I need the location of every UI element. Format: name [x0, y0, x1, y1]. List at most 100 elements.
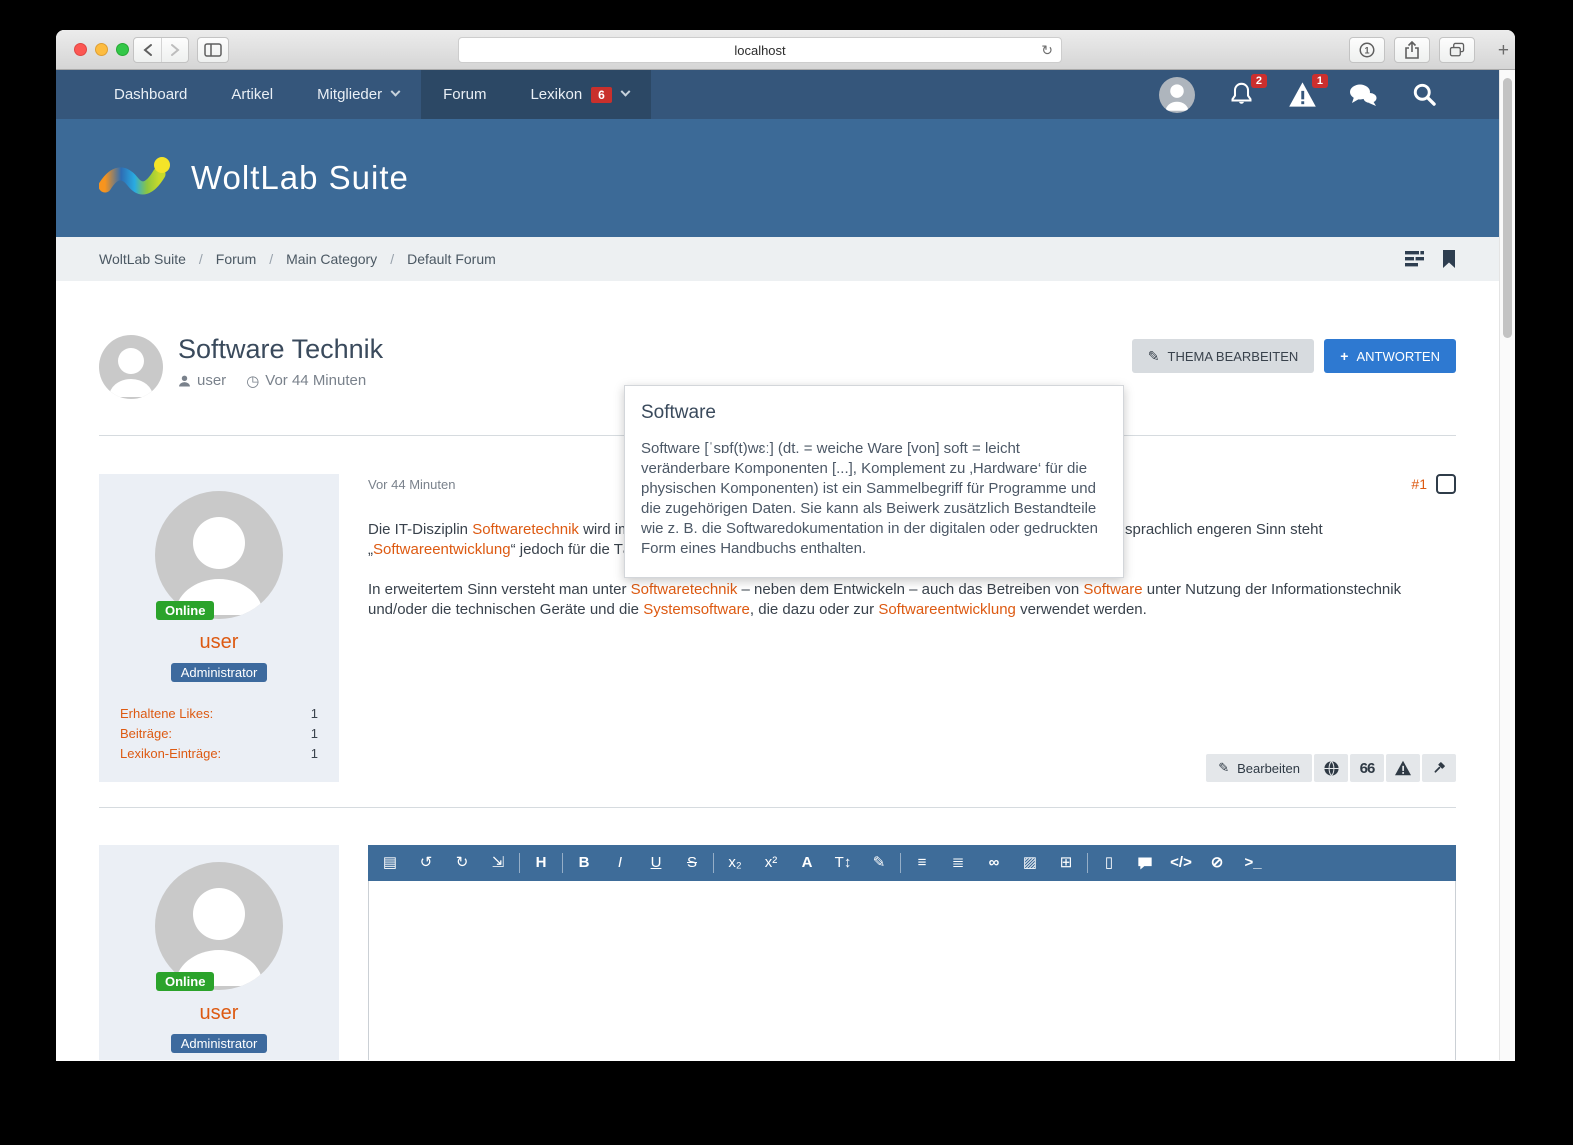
bold-icon[interactable]: B	[566, 845, 602, 881]
reload-icon[interactable]: ↻	[1041, 42, 1053, 59]
undo-icon[interactable]: ↺	[408, 845, 444, 881]
share-button[interactable]	[1394, 37, 1430, 63]
breadcrumb-link[interactable]: Main Category	[286, 251, 377, 267]
report-button[interactable]	[1386, 754, 1420, 782]
thread-list-icon[interactable]	[1405, 251, 1424, 267]
nav-item-dashboard[interactable]: Dashboard	[92, 70, 209, 119]
table-icon[interactable]: ⊞	[1048, 845, 1084, 881]
strikethrough-icon[interactable]: S	[674, 845, 710, 881]
close-window-button[interactable]	[74, 43, 87, 56]
zoom-window-button[interactable]	[116, 43, 129, 56]
scrollbar-thumb[interactable]	[1503, 78, 1512, 338]
font-size-icon[interactable]: T↕	[825, 845, 861, 881]
spoiler-icon[interactable]: ⊘	[1199, 845, 1235, 881]
author-stats: Erhaltene Likes: 1 Beiträge: 1 Lexikon-E…	[99, 704, 339, 764]
post-number-link[interactable]: #1	[1411, 476, 1427, 492]
toolbar-separator	[900, 853, 901, 873]
breadcrumb-link[interactable]: WoltLab Suite	[99, 251, 186, 267]
alignment-icon[interactable]: ≣	[940, 845, 976, 881]
lexicon-tooltip: Software Software [ˈsɒf(t)wɛː] (dt. = we…	[624, 385, 1124, 578]
thread-author-avatar[interactable]	[99, 335, 163, 399]
breadcrumb-link[interactable]: Default Forum	[407, 251, 496, 267]
clock-icon: ◷	[246, 372, 259, 390]
sidebar-toggle-button[interactable]	[197, 37, 229, 63]
new-tab-button[interactable]: +	[1498, 40, 1509, 62]
breadcrumb-separator: /	[199, 251, 203, 267]
moderation-button[interactable]: 1	[1287, 80, 1317, 110]
composer-author-avatar[interactable]	[155, 862, 283, 990]
permalink-button[interactable]	[1314, 754, 1348, 782]
search-icon	[1411, 81, 1438, 108]
comment-icon[interactable]	[1127, 845, 1163, 881]
woltlab-logo[interactable]	[99, 150, 175, 206]
edit-post-button[interactable]: ✎ Bearbeiten	[1206, 754, 1312, 782]
brand-title[interactable]: WoltLab Suite	[191, 159, 409, 197]
scrollbar-track[interactable]	[1499, 70, 1515, 1060]
page-icon[interactable]: ▯	[1091, 845, 1127, 881]
lexicon-link[interactable]: Software	[1083, 581, 1142, 598]
conversations-button[interactable]	[1348, 80, 1378, 110]
moderation-button-post[interactable]	[1422, 754, 1456, 782]
underline-icon[interactable]: U	[638, 845, 674, 881]
user-silhouette-icon	[99, 335, 163, 399]
subscript-icon[interactable]: x₂	[717, 845, 753, 881]
editor-text-area[interactable]	[368, 881, 1456, 1060]
unordered-list-icon[interactable]: ≡	[904, 845, 940, 881]
lexicon-link[interactable]: Softwareentwicklung	[878, 601, 1016, 618]
online-status-badge: Online	[156, 601, 214, 620]
redo-icon[interactable]: ↻	[444, 845, 480, 881]
lexicon-link[interactable]: Softwaretechnik	[472, 521, 579, 538]
back-button[interactable]	[134, 38, 161, 62]
password-manager-button[interactable]: 1	[1349, 37, 1385, 63]
paragraph-fragment: sprachlich engeren Sinn steht	[1125, 520, 1323, 540]
code-icon[interactable]: </>	[1163, 845, 1199, 881]
image-icon[interactable]: ▨	[1012, 845, 1048, 881]
superscript-icon[interactable]: x²	[753, 845, 789, 881]
post-select-checkbox[interactable]	[1436, 474, 1456, 494]
minimize-window-button[interactable]	[95, 43, 108, 56]
source-code-icon[interactable]: ▤	[372, 845, 408, 881]
search-button[interactable]	[1409, 80, 1439, 110]
font-color-icon[interactable]: A	[789, 845, 825, 881]
thread-author[interactable]: user	[178, 372, 226, 389]
divider	[99, 807, 1456, 808]
nav-item-mitglieder[interactable]: Mitglieder	[295, 70, 421, 119]
site-header: WoltLab Suite	[56, 119, 1499, 237]
link-icon[interactable]: ∞	[976, 845, 1012, 881]
composer-author-sidebar: Online user Administrator	[99, 845, 339, 1060]
lexicon-link[interactable]: Systemsoftware	[643, 601, 750, 618]
forward-button[interactable]	[161, 38, 188, 62]
post-action-bar: ✎ Bearbeiten 66	[1206, 754, 1456, 782]
lexicon-link[interactable]: Softwaretechnik	[631, 581, 738, 598]
online-status-badge: Online	[156, 972, 214, 991]
notifications-button[interactable]: 2	[1226, 80, 1256, 110]
reply-button[interactable]: + ANTWORTEN	[1324, 339, 1456, 373]
quote-button[interactable]: 66	[1350, 754, 1384, 782]
nav-item-artikel[interactable]: Artikel	[209, 70, 295, 119]
post-author-name[interactable]: user	[99, 631, 339, 654]
lexicon-link[interactable]: Softwareentwicklung	[373, 541, 511, 558]
nav-item-forum[interactable]: Forum	[421, 70, 508, 119]
edit-thread-button[interactable]: ✎ THEMA BEARBEITEN	[1132, 339, 1314, 373]
tabs-overview-button[interactable]	[1439, 37, 1475, 63]
role-badge: Administrator	[171, 1034, 268, 1053]
maximize-icon[interactable]: ⇲	[480, 845, 516, 881]
italic-icon[interactable]: I	[602, 845, 638, 881]
brush-icon[interactable]: ✎	[861, 845, 897, 881]
bookmark-icon[interactable]	[1442, 250, 1456, 268]
nav-item-label: Mitglieder	[317, 86, 382, 103]
pencil-icon: ✎	[1148, 348, 1160, 365]
breadcrumb-separator: /	[390, 251, 394, 267]
text-segment: Die IT-Disziplin	[368, 521, 472, 538]
terminal-icon[interactable]: >_	[1235, 845, 1271, 881]
heading-icon[interactable]: H	[523, 845, 559, 881]
post-author-avatar[interactable]	[155, 491, 283, 619]
gavel-icon	[1431, 760, 1447, 776]
user-menu-avatar[interactable]	[1159, 77, 1195, 113]
toolbar-separator	[1087, 853, 1088, 873]
address-bar[interactable]: localhost ↻	[458, 37, 1062, 63]
chevron-down-icon	[391, 87, 401, 97]
composer-author-name[interactable]: user	[99, 1002, 339, 1025]
breadcrumb-link[interactable]: Forum	[216, 251, 256, 267]
nav-item-lexikon[interactable]: Lexikon6	[508, 70, 650, 119]
